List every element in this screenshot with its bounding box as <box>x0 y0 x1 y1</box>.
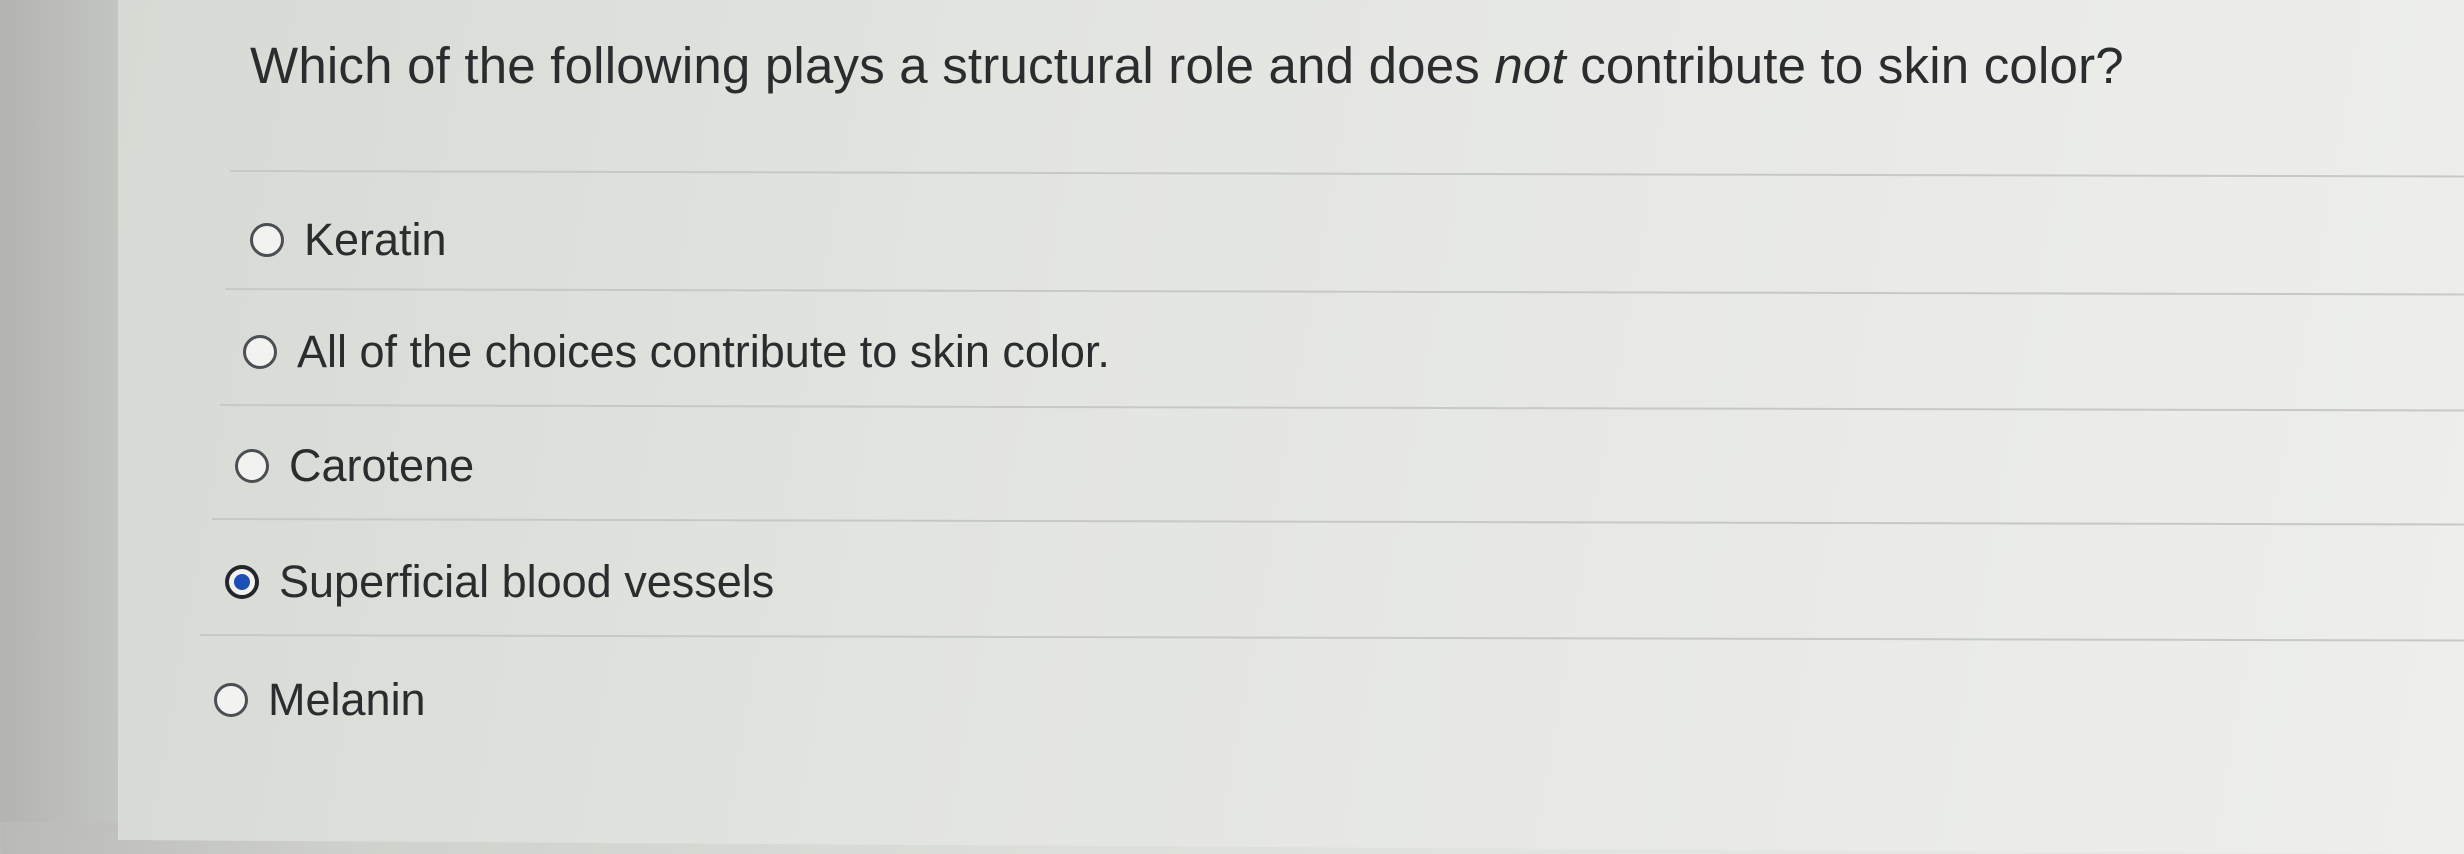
question-emphasis: not <box>1494 37 1566 94</box>
answer-option-superficial-blood-vessels[interactable]: Superficial blood vessels <box>225 556 774 608</box>
question-card <box>118 0 2464 854</box>
question-text-end: contribute to skin color? <box>1565 37 2124 94</box>
radio-button-melanin[interactable] <box>214 683 248 717</box>
radio-button-keratin[interactable] <box>250 223 284 257</box>
option-label: Superficial blood vessels <box>279 556 775 607</box>
answer-option-all-of-the-choices[interactable]: All of the choices contribute to skin co… <box>243 326 1110 378</box>
answer-option-carotene[interactable]: Carotene <box>235 440 474 492</box>
page-left-margin <box>0 0 120 822</box>
answer-option-keratin[interactable]: Keratin <box>250 214 447 266</box>
option-label: Carotene <box>289 440 475 491</box>
radio-button-carotene[interactable] <box>235 449 269 483</box>
option-label: Melanin <box>268 674 426 725</box>
question-text-start: Which of the following plays a structura… <box>250 37 1495 94</box>
answer-option-melanin[interactable]: Melanin <box>214 674 426 726</box>
option-label: Keratin <box>304 214 447 265</box>
question-text: Which of the following plays a structura… <box>250 36 2124 95</box>
option-label: All of the choices contribute to skin co… <box>297 326 1110 377</box>
radio-button-superficial-blood-vessels[interactable] <box>225 565 259 599</box>
radio-button-all-of-the-choices[interactable] <box>243 335 277 369</box>
